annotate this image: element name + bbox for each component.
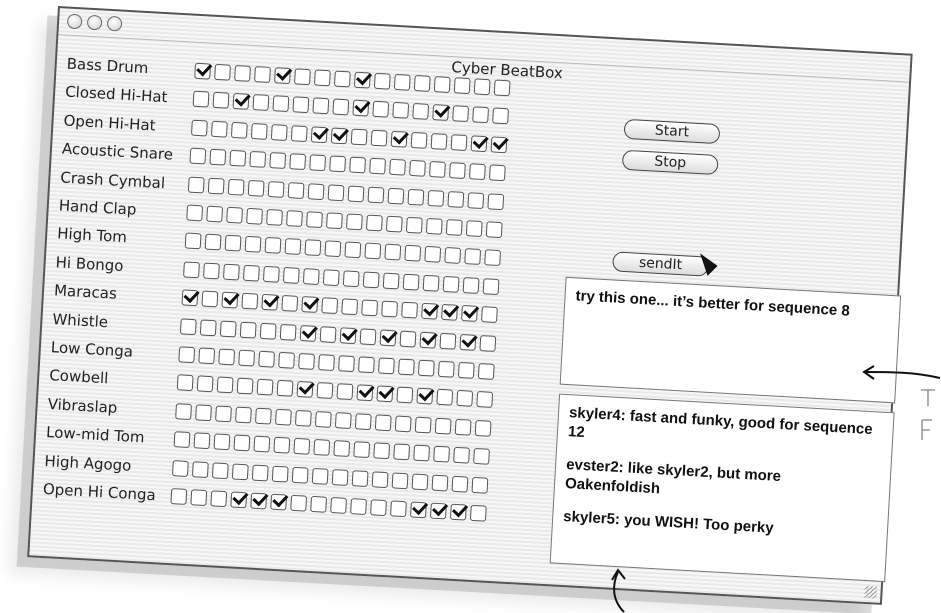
arrow-to-send-button: [700, 253, 718, 276]
stage: Cyber BeatBox Bass Drum Closed Hi-Hat Open…: [0, 0, 941, 613]
arrow-to-outgoing-field-icon: [862, 365, 941, 380]
arrow-to-incoming-list-icon: [611, 568, 626, 613]
annotation-overlay: [611, 253, 941, 613]
offscreen-annotation-glyphs-icon: [921, 389, 935, 440]
